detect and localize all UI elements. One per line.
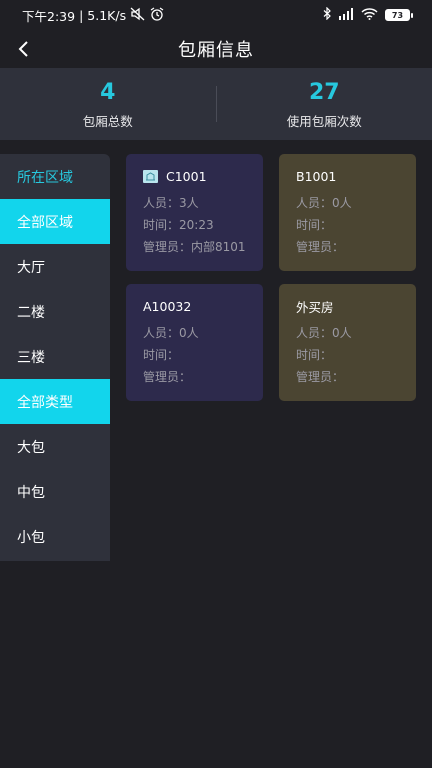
sidebar-item-small-room[interactable]: 小包 [0,514,110,559]
sidebar-item-all-types[interactable]: 全部类型 [0,379,110,424]
status-left: 下午2:39 | 5.1K/s [22,6,164,25]
room-usage-value: 27 [308,79,340,105]
sidebar-item-large-room[interactable]: 大包 [0,424,110,469]
room-usage-stat: 27 使用包厢次数 [217,79,432,130]
sidebar-item-hall[interactable]: 大厅 [0,244,110,289]
room-name: B1001 [296,168,337,184]
total-rooms-label: 包厢总数 [82,113,133,129]
summary-panel: 4 包厢总数 27 使用包厢次数 [0,68,432,140]
wifi-icon [361,7,378,23]
room-card-takeout-room[interactable]: 外买房 人员：0人 时间： 管理员： [279,284,416,401]
page-title: 包厢信息 [178,40,254,61]
mute-icon [130,7,146,24]
total-rooms-stat: 4 包厢总数 [0,79,216,130]
battery-icon: 73 [385,9,413,21]
status-right: 73 [323,6,413,23]
status-bar: 下午2:39 | 5.1K/s 73 [0,0,432,30]
sidebar-item-medium-room[interactable]: 中包 [0,469,110,514]
persons-value: 0人 [179,326,199,340]
room-name: 外买房 [296,299,334,315]
room-icon [143,169,158,183]
time-label: 时间： [296,218,333,232]
room-card-a10032[interactable]: A10032 人员：0人 时间： 管理员： [126,284,263,401]
time-label: 时间： [296,348,333,362]
filter-sidebar: 所在区域 全部区域 大厅 二楼 三楼 全部类型 大包 中包 小包 [0,154,110,561]
bluetooth-icon [323,6,331,23]
room-card-b1001[interactable]: B1001 人员：0人 时间： 管理员： [279,154,416,271]
manager-label: 管理员： [143,370,192,384]
status-speed: 5.1K/s [87,7,127,23]
persons-value: 0人 [332,326,352,340]
persons-label: 人员： [143,326,180,340]
room-name: C1001 [166,168,207,184]
room-usage-label: 使用包厢次数 [286,113,362,129]
persons-label: 人员： [296,326,333,340]
status-separator: | [79,7,84,23]
sidebar-item-all-areas[interactable]: 全部区域 [0,199,110,244]
persons-label: 人员： [143,196,180,210]
persons-label: 人员： [296,196,333,210]
header: 包厢信息 [0,30,432,68]
back-button[interactable] [8,34,38,64]
manager-label: 管理员： [296,370,345,384]
time-label: 时间： [143,348,180,362]
total-rooms-value: 4 [100,79,116,105]
sidebar-area-header: 所在区域 [17,169,73,186]
persons-value: 0人 [332,196,352,210]
time-value: 20:23 [179,218,214,232]
signal-icon [338,7,354,23]
status-time: 下午2:39 [22,8,76,24]
chevron-left-icon [18,41,28,57]
time-label: 时间： [143,218,180,232]
sidebar-item-third-floor[interactable]: 三楼 [0,334,110,379]
room-card-c1001[interactable]: C1001 人员：3人 时间：20:23 管理员：内部8101 [126,154,263,271]
manager-label: 管理员： [296,240,345,254]
alarm-icon [150,6,164,24]
room-name: A10032 [143,298,192,314]
manager-label: 管理员： [143,240,192,254]
persons-value: 3人 [179,196,199,210]
sidebar-item-second-floor[interactable]: 二楼 [0,289,110,334]
manager-value: 内部8101 [191,240,246,254]
